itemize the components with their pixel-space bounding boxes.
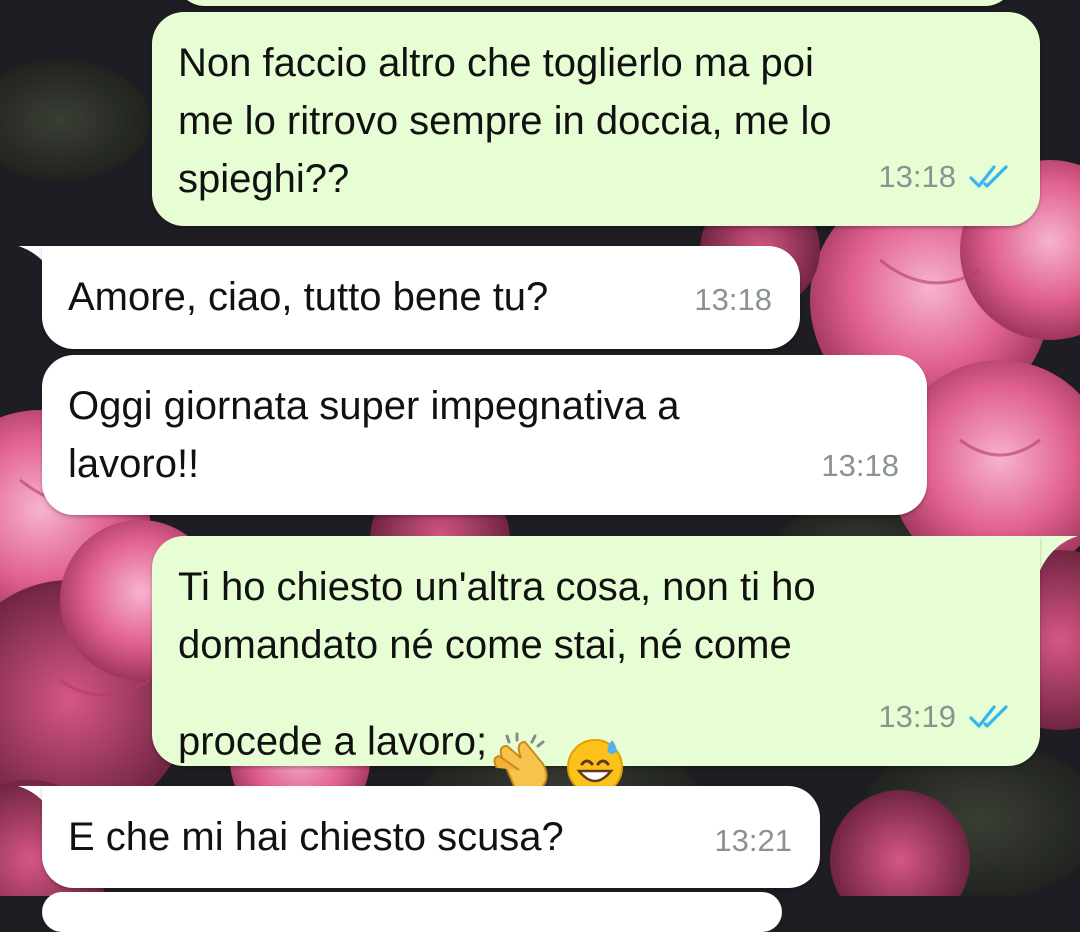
message-time: 13:18 xyxy=(878,159,956,194)
message-time: 13:18 xyxy=(821,448,899,483)
message-time: 13:19 xyxy=(878,699,956,734)
message-text: Ti ho chiesto un'altra cosa, non ti ho d… xyxy=(178,558,1016,814)
message-meta: 13:19 xyxy=(878,688,1012,746)
message-bubble-outgoing[interactable]: Non faccio altro che toglierlo ma poi me… xyxy=(152,12,1040,226)
message-meta: 13:18 xyxy=(694,271,772,329)
message-meta: 13:18 xyxy=(821,437,899,495)
message-time: 13:21 xyxy=(714,823,792,858)
outgoing-bubble-tail xyxy=(1038,536,1078,576)
message-time: 13:18 xyxy=(694,282,772,317)
message-text: Oggi giornata super impegnativa a lavoro… xyxy=(68,384,680,486)
read-double-check-icon xyxy=(969,705,1008,728)
message-text: Amore, ciao, tutto bene tu? xyxy=(68,275,549,319)
message-meta: 13:21 xyxy=(714,812,792,870)
read-double-check-icon xyxy=(969,165,1008,188)
message-bubble-incoming[interactable]: Amore, ciao, tutto bene tu? 13:18 xyxy=(42,246,800,349)
previous-message-edge xyxy=(175,0,1015,6)
message-text: E che mi hai chiesto scusa? xyxy=(68,815,564,859)
message-meta: 13:18 xyxy=(878,148,1012,206)
message-bubble-incoming[interactable]: E che mi hai chiesto scusa? 13:21 xyxy=(42,786,820,888)
message-bubble-incoming[interactable]: Oggi giornata super impegnativa a lavoro… xyxy=(42,355,927,515)
next-message-edge xyxy=(42,892,782,932)
message-bubble-outgoing[interactable]: Ti ho chiesto un'altra cosa, non ti ho d… xyxy=(152,536,1040,795)
